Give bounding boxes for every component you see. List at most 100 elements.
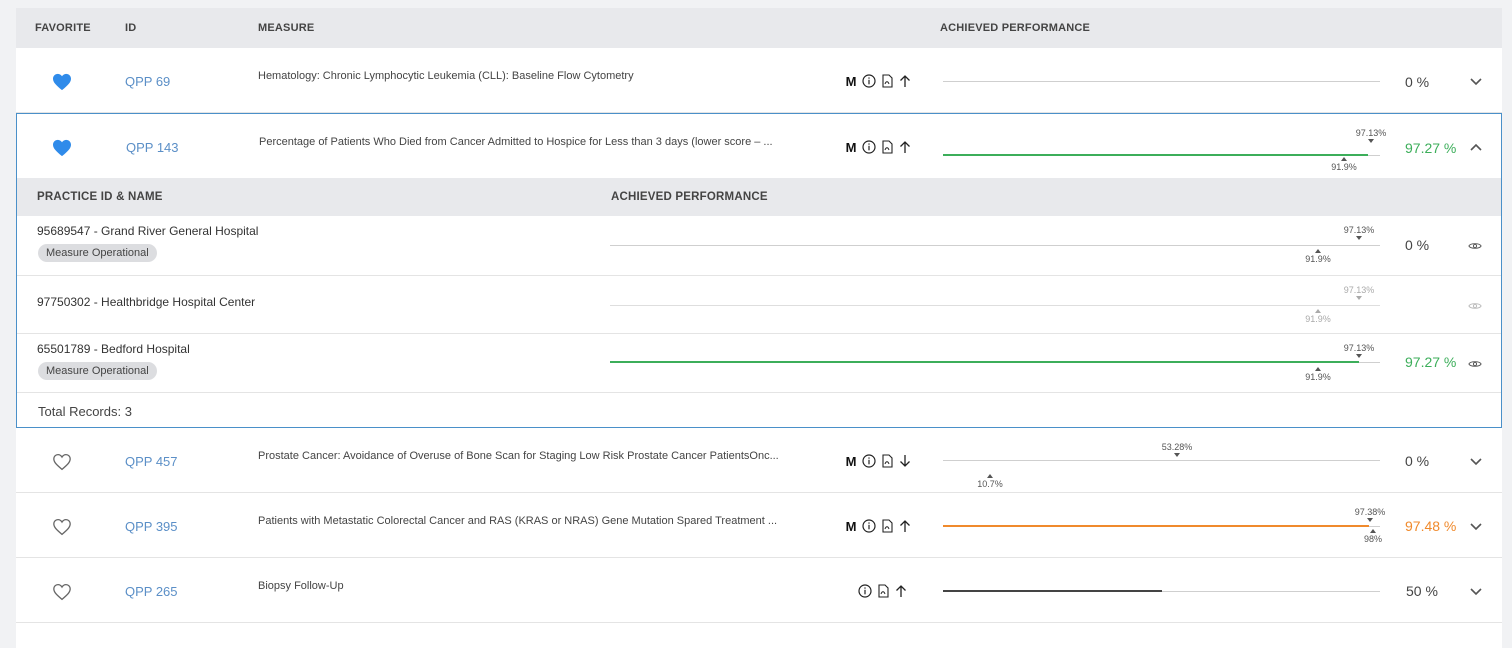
benchmark-bottom-marker: 91.9% xyxy=(1298,309,1338,324)
measure-id-link[interactable]: QPP 457 xyxy=(125,454,178,469)
table-row[interactable]: QPP 457 Prostate Cancer: Avoidance of Ov… xyxy=(16,428,1502,493)
performance-bar xyxy=(943,525,1380,527)
benchmark-top-marker: 97.13% xyxy=(1351,128,1391,143)
info-icon[interactable] xyxy=(862,519,876,533)
performance-bar xyxy=(610,361,1380,363)
measure-actions xyxy=(858,583,908,599)
chevron-down-icon[interactable] xyxy=(1469,522,1483,532)
measure-actions: M xyxy=(844,73,912,89)
heart-filled-icon[interactable] xyxy=(52,139,72,157)
performance-value: 0 % xyxy=(1405,453,1430,469)
eye-icon[interactable] xyxy=(1468,359,1482,369)
header-favorite[interactable]: FAVORITE xyxy=(35,22,91,34)
heart-filled-icon[interactable] xyxy=(52,73,72,91)
performance-value: 0 % xyxy=(1405,237,1430,253)
arrow-down-icon xyxy=(898,454,912,468)
measure-title[interactable]: Patients with Metastatic Colorectal Canc… xyxy=(258,515,828,527)
header-id[interactable]: ID xyxy=(125,22,136,34)
performance-bar xyxy=(610,245,1380,246)
benchmark-top-label: 97.13% xyxy=(1355,128,1387,138)
arrow-up-icon xyxy=(894,584,908,598)
benchmark-bottom-marker: 10.7% xyxy=(970,474,1010,489)
table-row[interactable]: QPP 69 Hematology: Chronic Lymphocytic L… xyxy=(16,48,1502,113)
measure-title[interactable]: Percentage of Patients Who Died from Can… xyxy=(259,136,829,148)
header-practice-name[interactable]: PRACTICE ID & NAME xyxy=(37,191,163,203)
eye-icon[interactable] xyxy=(1468,301,1482,311)
chevron-down-icon[interactable] xyxy=(1469,587,1483,597)
m-badge: M xyxy=(845,73,857,89)
chevron-up-icon[interactable] xyxy=(1469,142,1483,152)
measure-id-link[interactable]: QPP 143 xyxy=(126,140,179,155)
benchmark-top-label: 97.13% xyxy=(1343,225,1375,235)
benchmark-bottom-label: 91.9% xyxy=(1305,372,1331,382)
measure-id-link[interactable]: QPP 265 xyxy=(125,584,178,599)
chevron-down-icon[interactable] xyxy=(1469,457,1483,467)
practice-name: 65501789 - Bedford Hospital xyxy=(37,342,190,356)
benchmark-top-marker: 97.38% xyxy=(1350,507,1390,522)
benchmark-top-marker: 97.13% xyxy=(1339,285,1379,300)
header-measure[interactable]: MEASURE xyxy=(258,22,314,34)
benchmark-bottom-label: 91.9% xyxy=(1331,162,1357,172)
measure-title[interactable]: Prostate Cancer: Avoidance of Overuse of… xyxy=(258,450,828,462)
expanded-measure: QPP 143 Percentage of Patients Who Died … xyxy=(16,113,1502,428)
pdf-icon[interactable] xyxy=(876,584,890,598)
measure-title[interactable]: Hematology: Chronic Lymphocytic Leukemia… xyxy=(258,70,828,82)
practice-row[interactable]: 95689547 - Grand River General Hospital … xyxy=(17,216,1501,276)
measure-actions: M xyxy=(844,453,912,469)
benchmark-bottom-label: 10.7% xyxy=(977,479,1003,489)
m-badge: M xyxy=(845,139,857,155)
pdf-icon[interactable] xyxy=(880,74,894,88)
measure-id-link[interactable]: QPP 69 xyxy=(125,74,170,89)
practice-header: PRACTICE ID & NAME ACHIEVED PERFORMANCE xyxy=(17,178,1501,216)
info-icon[interactable] xyxy=(858,584,872,598)
table-row[interactable]: QPP 265 Biopsy Follow-Up 50 % xyxy=(16,558,1502,623)
heart-outline-icon[interactable] xyxy=(52,453,72,471)
performance-value: 50 % xyxy=(1406,583,1438,599)
benchmark-bottom-label: 91.9% xyxy=(1305,254,1331,264)
benchmark-top-label: 97.13% xyxy=(1343,285,1375,295)
performance-bar-fill xyxy=(943,590,1162,592)
arrow-up-icon xyxy=(898,140,912,154)
measure-title[interactable]: Biopsy Follow-Up xyxy=(258,580,828,592)
benchmark-top-marker: 53.28% xyxy=(1157,442,1197,457)
performance-value: 97.48 % xyxy=(1405,518,1457,534)
info-icon[interactable] xyxy=(862,74,876,88)
benchmark-top-label: 53.28% xyxy=(1161,442,1193,452)
performance-bar xyxy=(610,305,1380,306)
practice-name: 95689547 - Grand River General Hospital xyxy=(37,224,259,238)
performance-bar-fill xyxy=(610,361,1359,363)
performance-value: 0 % xyxy=(1405,74,1430,90)
arrow-up-icon xyxy=(898,74,912,88)
status-badge: Measure Operational xyxy=(38,362,157,380)
benchmark-bottom-label: 98% xyxy=(1363,534,1382,544)
performance-value: 97.27 % xyxy=(1405,140,1457,156)
pdf-icon[interactable] xyxy=(880,454,894,468)
benchmark-top-marker: 97.13% xyxy=(1339,343,1379,358)
practice-row[interactable]: 65501789 - Bedford Hospital Measure Oper… xyxy=(17,334,1501,393)
performance-bar xyxy=(943,154,1380,156)
pdf-icon[interactable] xyxy=(880,519,894,533)
performance-bar xyxy=(943,460,1380,461)
measure-id-link[interactable]: QPP 395 xyxy=(125,519,178,534)
table-row[interactable]: QPP 395 Patients with Metastatic Colorec… xyxy=(16,493,1502,558)
header-practice-achieved[interactable]: ACHIEVED PERFORMANCE xyxy=(611,191,768,203)
performance-bar-fill xyxy=(943,154,1369,156)
eye-icon[interactable] xyxy=(1468,241,1482,251)
performance-bar xyxy=(943,81,1380,82)
heart-outline-icon[interactable] xyxy=(52,518,72,536)
chevron-down-icon[interactable] xyxy=(1469,77,1483,87)
benchmark-bottom-marker: 98% xyxy=(1353,529,1393,544)
measure-actions: M xyxy=(844,518,912,534)
practice-row[interactable]: 97750302 - Healthbridge Hospital Center … xyxy=(17,276,1501,334)
performance-bar xyxy=(943,590,1380,592)
measure-actions: M xyxy=(844,139,912,155)
benchmark-bottom-marker: 91.9% xyxy=(1298,367,1338,382)
info-icon[interactable] xyxy=(862,454,876,468)
header-achieved-performance[interactable]: ACHIEVED PERFORMANCE xyxy=(940,22,1090,34)
benchmark-top-label: 97.13% xyxy=(1343,343,1375,353)
heart-outline-icon[interactable] xyxy=(52,583,72,601)
benchmark-top-label: 97.38% xyxy=(1354,507,1386,517)
info-icon[interactable] xyxy=(862,140,876,154)
performance-value: 97.27 % xyxy=(1405,354,1457,370)
pdf-icon[interactable] xyxy=(880,140,894,154)
